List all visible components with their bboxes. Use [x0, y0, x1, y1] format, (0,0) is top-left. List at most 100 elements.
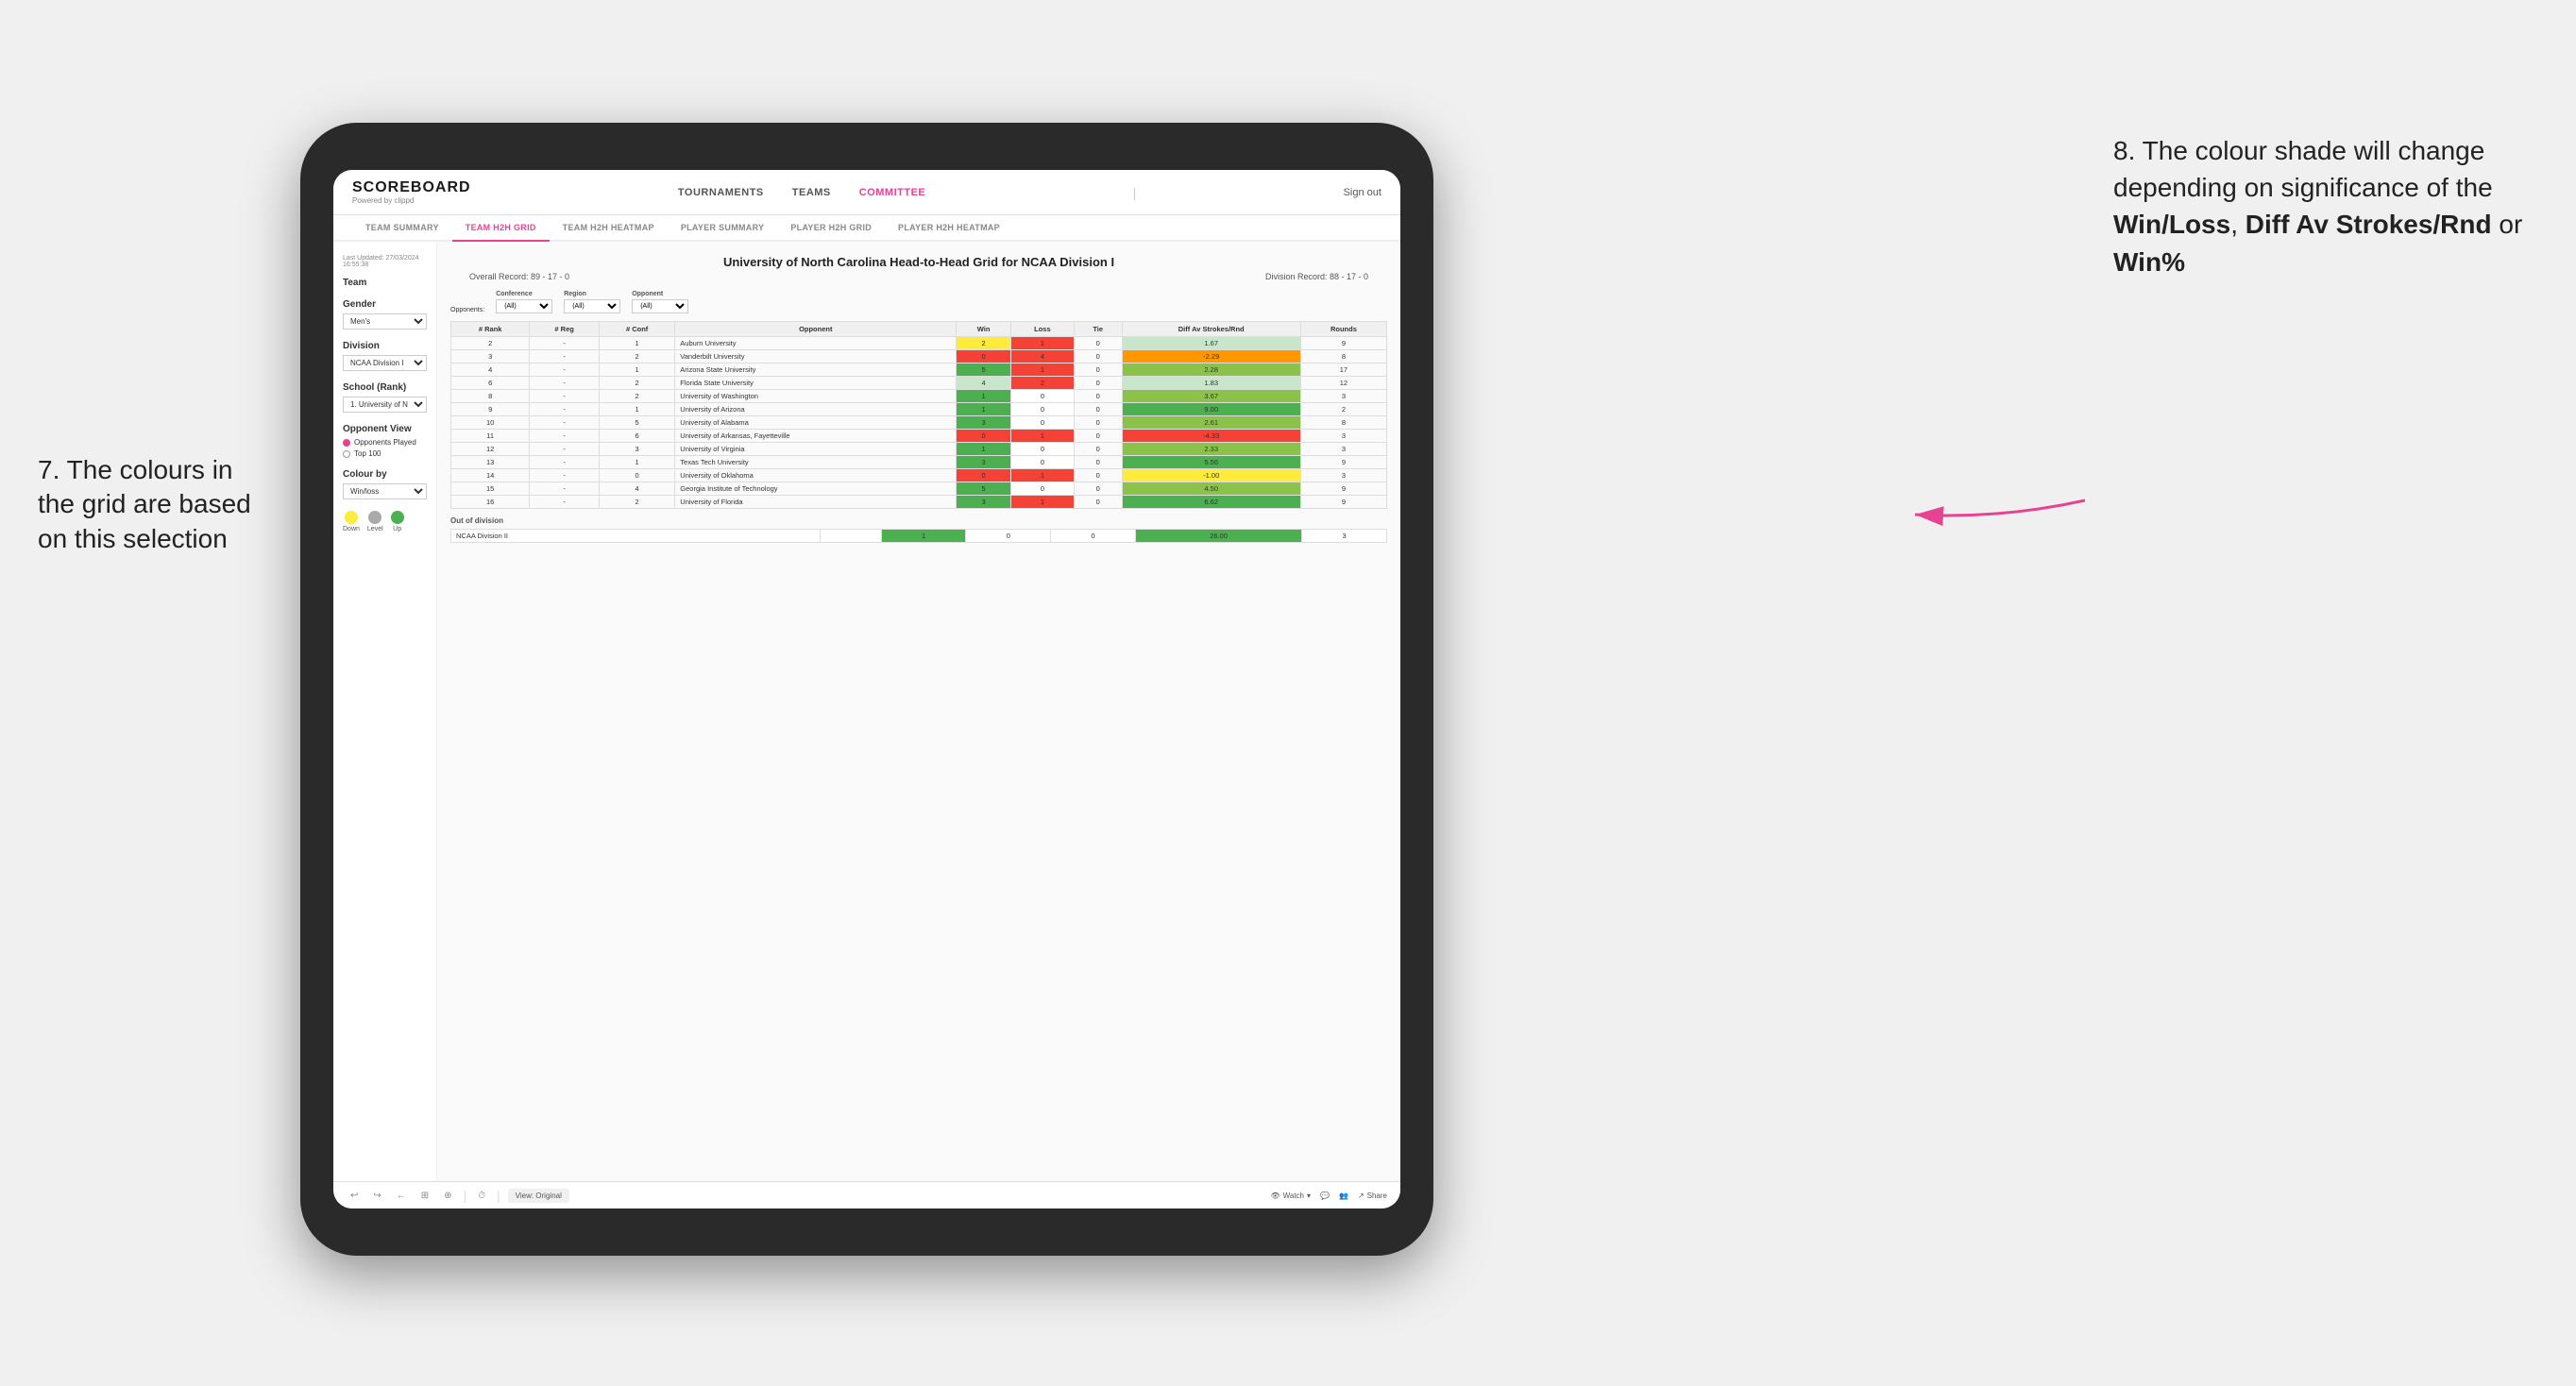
- annotation-bold2: Diff Av Strokes/Rnd: [2246, 210, 2492, 239]
- sidebar-gender-label: Gender: [343, 299, 427, 310]
- grid-title: University of North Carolina Head-to-Hea…: [450, 255, 1387, 269]
- legend-up: Up: [391, 511, 404, 532]
- col-opponent: Opponent: [675, 322, 957, 337]
- toolbar-share[interactable]: ↗ Share: [1358, 1192, 1387, 1200]
- opponents-label: Opponents:: [450, 307, 484, 313]
- legend-label-up: Up: [393, 526, 401, 532]
- annotation-bold1: Win/Loss: [2113, 210, 2230, 239]
- users-icon: 👥: [1339, 1192, 1348, 1200]
- opponent-filter-select[interactable]: (All): [632, 299, 688, 313]
- sidebar-legend: Down Level Up: [343, 511, 427, 532]
- logo-text: SCOREBOARD: [352, 179, 471, 195]
- ood-tie-val: 0: [1051, 530, 1136, 543]
- toolbar-clock[interactable]: ⏱: [474, 1189, 489, 1203]
- arrow-right-icon: [1906, 463, 2094, 543]
- nav-items: TOURNAMENTS TEAMS COMMITTEE: [678, 187, 925, 198]
- sidebar-division-label: Division: [343, 341, 427, 351]
- annotation-right-number: 8.: [2113, 136, 2135, 165]
- toolbar-crop[interactable]: ⊞: [417, 1189, 432, 1203]
- col-win: Win: [957, 322, 1011, 337]
- sidebar-gender-select[interactable]: Men's: [343, 313, 427, 330]
- sidebar-division-select[interactable]: NCAA Division I: [343, 355, 427, 371]
- sidebar-division-section: Division NCAA Division I: [343, 341, 427, 371]
- col-loss: Loss: [1011, 322, 1075, 337]
- radio-opponents-played[interactable]: Opponents Played: [343, 438, 427, 447]
- division-record: Division Record: 88 - 17 - 0: [1265, 272, 1368, 281]
- toolbar-back[interactable]: ←: [393, 1189, 410, 1203]
- sidebar-opponent-view-label: Opponent View: [343, 424, 427, 434]
- out-of-division-label: Out of division: [450, 516, 1387, 525]
- toolbar-add[interactable]: ⊕: [440, 1189, 455, 1203]
- toolbar-view-label[interactable]: View: Original: [508, 1189, 569, 1203]
- annotation-right: 8. The colour shade will change dependin…: [2113, 132, 2548, 280]
- sidebar-gender-section: Gender Men's: [343, 299, 427, 330]
- sub-nav-team-h2h-grid[interactable]: TEAM H2H GRID: [452, 215, 550, 242]
- ood-win: [820, 530, 881, 543]
- opponent-filter-label: Opponent: [632, 291, 688, 297]
- toolbar-comment[interactable]: 💬: [1320, 1192, 1330, 1200]
- opponent-filter-group: Opponent (All): [632, 291, 688, 313]
- radio-top100[interactable]: Top 100: [343, 449, 427, 458]
- conference-filter-group: Conference (All): [496, 291, 552, 313]
- radio-dot-opponents-played: [343, 439, 350, 447]
- watch-icon: 👁: [1270, 1192, 1280, 1200]
- toolbar-undo[interactable]: ↩: [347, 1189, 362, 1203]
- legend-level: Level: [367, 511, 383, 532]
- sidebar-colour-by-section: Colour by Win/loss: [343, 469, 427, 499]
- sub-nav-team-summary[interactable]: TEAM SUMMARY: [352, 215, 452, 242]
- sub-nav-player-h2h-heatmap[interactable]: PLAYER H2H HEATMAP: [885, 215, 1013, 242]
- logo: SCOREBOARD Powered by clippd: [352, 179, 471, 205]
- data-table: # Rank # Reg # Conf Opponent Win Loss Ti…: [450, 321, 1387, 509]
- sidebar-school-select[interactable]: 1. University of Nort...: [343, 397, 427, 413]
- table-row: 11 - 6 University of Arkansas, Fayettevi…: [451, 430, 1387, 443]
- sub-nav-player-summary[interactable]: PLAYER SUMMARY: [668, 215, 778, 242]
- toolbar-users[interactable]: 👥: [1339, 1192, 1348, 1200]
- table-row: 12 - 3 University of Virginia 1 0 0 2.33…: [451, 443, 1387, 456]
- table-row: 14 - 0 University of Oklahoma 0 1 0 -1.0…: [451, 469, 1387, 482]
- nav-tournaments[interactable]: TOURNAMENTS: [678, 187, 764, 198]
- col-rounds: Rounds: [1300, 322, 1386, 337]
- table-row: 13 - 1 Texas Tech University 3 0 0 5.56 …: [451, 456, 1387, 469]
- out-of-division-table: NCAA Division II 1 0 0 26.00 3: [450, 529, 1387, 543]
- toolbar-redo[interactable]: ↪: [369, 1189, 384, 1203]
- sign-out-button[interactable]: Sign out: [1344, 187, 1381, 198]
- col-reg: # Reg: [530, 322, 600, 337]
- tablet-frame: SCOREBOARD Powered by clippd TOURNAMENTS…: [300, 123, 1433, 1256]
- table-row: 9 - 1 University of Arizona 1 0 0 9.00 2: [451, 403, 1387, 416]
- share-icon: ↗: [1358, 1192, 1364, 1200]
- table-header-row: # Rank # Reg # Conf Opponent Win Loss Ti…: [451, 322, 1387, 337]
- sidebar-school-label: School (Rank): [343, 382, 427, 393]
- ood-name: NCAA Division II: [451, 530, 821, 543]
- sidebar: Last Updated: 27/03/2024 16:55:38 Team G…: [333, 242, 437, 1181]
- legend-dot-up: [391, 511, 404, 524]
- annotation-right-text: The colour shade will change depending o…: [2113, 136, 2493, 202]
- legend-down: Down: [343, 511, 360, 532]
- toolbar: ↩ ↪ ← ⊞ ⊕ | ⏱ | View: Original 👁 Watch ▾…: [333, 1181, 1400, 1209]
- conference-filter-select[interactable]: (All): [496, 299, 552, 313]
- radio-dot-top100: [343, 450, 350, 458]
- sidebar-school-section: School (Rank) 1. University of Nort...: [343, 382, 427, 413]
- conference-filter-label: Conference: [496, 291, 552, 297]
- annotation-left-text: The colours in the grid are based on thi…: [38, 455, 251, 553]
- sidebar-radio-group: Opponents Played Top 100: [343, 438, 427, 458]
- ood-diff-val: 26.00: [1135, 530, 1301, 543]
- annotation-bold3: Win%: [2113, 247, 2185, 277]
- col-tie: Tie: [1074, 322, 1122, 337]
- comment-icon: 💬: [1320, 1192, 1330, 1200]
- sub-nav-team-h2h-heatmap[interactable]: TEAM H2H HEATMAP: [550, 215, 668, 242]
- ood-win-val: 1: [881, 530, 966, 543]
- sidebar-opponent-view-section: Opponent View Opponents Played Top 100: [343, 424, 427, 458]
- nav-committee[interactable]: COMMITTEE: [859, 187, 926, 198]
- app-header: SCOREBOARD Powered by clippd TOURNAMENTS…: [333, 170, 1400, 215]
- filters-row: Opponents: Conference (All) Region (All): [450, 291, 1387, 313]
- table-row: 2 - 1 Auburn University 2 1 0 1.67 9: [451, 337, 1387, 350]
- sub-nav-player-h2h-grid[interactable]: PLAYER H2H GRID: [777, 215, 885, 242]
- nav-teams[interactable]: TEAMS: [792, 187, 831, 198]
- toolbar-watch[interactable]: 👁 Watch ▾: [1270, 1192, 1311, 1200]
- col-conf: # Conf: [599, 322, 674, 337]
- logo-sub: Powered by clippd: [352, 196, 471, 205]
- sidebar-colour-by-select[interactable]: Win/loss: [343, 483, 427, 499]
- region-filter-select[interactable]: (All): [564, 299, 620, 313]
- col-diff: Diff Av Strokes/Rnd: [1122, 322, 1300, 337]
- table-row: 6 - 2 Florida State University 4 2 0 1.8…: [451, 377, 1387, 390]
